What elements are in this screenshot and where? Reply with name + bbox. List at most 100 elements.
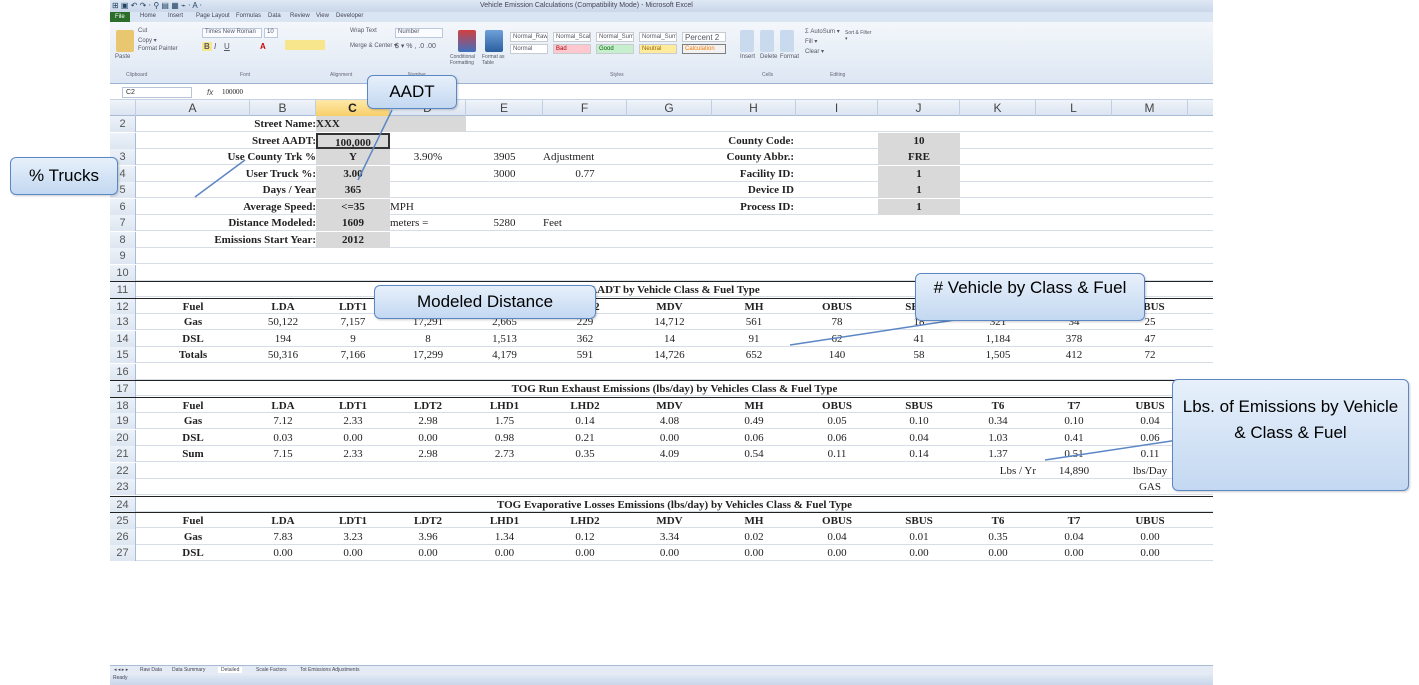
table-cell[interactable]: 2.33 [316, 413, 390, 429]
table-header[interactable]: LDT1 [316, 398, 390, 414]
adjustment-label[interactable]: Adjustment [543, 149, 627, 165]
row-header-21[interactable]: 21 [110, 446, 136, 462]
column-header-k[interactable]: K [960, 100, 1036, 116]
table-cell[interactable]: 3.23 [316, 529, 390, 545]
row-header-14[interactable]: 14 [110, 330, 136, 347]
table-header[interactable]: LHD1 [466, 513, 543, 529]
style-neutral[interactable]: Neutral [639, 44, 677, 54]
bold-button[interactable]: B [202, 42, 212, 51]
table-header[interactable]: MH [712, 299, 796, 315]
process-id-value[interactable]: 1 [878, 198, 960, 215]
table-cell[interactable]: 0.03 [250, 430, 316, 446]
table-header[interactable]: T6 [960, 513, 1036, 529]
distance-modeled-label[interactable]: Distance Modeled: [136, 215, 316, 231]
sheet-tab-raw-data[interactable]: Raw Data [140, 667, 162, 673]
style-normal-raw[interactable]: Normal_Raw [510, 32, 548, 42]
table-cell[interactable]: 0.00 [390, 545, 466, 561]
table-cell[interactable]: 0.00 [1036, 545, 1112, 561]
row-header-24[interactable]: 24 [110, 496, 136, 513]
column-header-b[interactable]: B [250, 100, 316, 116]
table-cell[interactable]: 0.34 [960, 413, 1036, 429]
fuel-label[interactable]: Gas [136, 529, 250, 545]
row-header-7[interactable]: 7 [110, 215, 136, 231]
table-cell[interactable]: 0.00 [316, 430, 390, 446]
county-abbr-value[interactable]: FRE [878, 149, 960, 165]
quick-access-toolbar[interactable]: ⊞ ▣ ↶ ↷ ⋅ ⚲ ▤ ▦ ⌁ ⋅ A ⋅ [112, 1, 202, 10]
style-normal-sum[interactable]: Normal_Sum [596, 32, 634, 42]
table-cell[interactable]: 2.98 [390, 413, 466, 429]
row-header-12[interactable]: 12 [110, 298, 136, 315]
facility-id-label[interactable]: Facility ID: [628, 166, 794, 182]
row-header-15[interactable]: 15 [110, 347, 136, 363]
table-cell[interactable]: 1.75 [466, 413, 543, 429]
table-cell[interactable]: 72 [1112, 347, 1188, 363]
table-header[interactable]: UBUS [1112, 513, 1188, 529]
table-cell[interactable]: 78 [796, 314, 878, 330]
table-cell[interactable]: 14,712 [627, 314, 712, 330]
table-cell[interactable]: 14 [627, 331, 712, 347]
row-header-23[interactable]: 23 [110, 479, 136, 495]
adjustment-value[interactable]: 0.77 [543, 166, 627, 182]
emissions-start-year-value[interactable]: 2012 [316, 231, 390, 248]
table-header[interactable]: LHD1 [466, 398, 543, 414]
column-header-f[interactable]: F [543, 100, 627, 116]
lbs-yr-label[interactable]: Lbs / Yr [960, 463, 1036, 479]
average-speed-value[interactable]: <=35 [316, 198, 390, 215]
tab-page-layout[interactable]: Page Layout [196, 13, 230, 19]
italic-button[interactable]: I [214, 42, 216, 51]
table-cell[interactable]: 0.14 [878, 446, 960, 462]
tab-formulas[interactable]: Formulas [236, 13, 261, 19]
delete-button[interactable]: Delete [760, 54, 777, 60]
table-cell[interactable]: 91 [712, 331, 796, 347]
column-header-l[interactable]: L [1036, 100, 1112, 116]
table-cell[interactable]: 14,726 [627, 347, 712, 363]
speed-unit[interactable]: MPH [390, 199, 466, 215]
style-calculation[interactable]: Calculation [682, 44, 726, 54]
table-header[interactable]: T7 [1036, 513, 1112, 529]
table-cell[interactable]: 1.34 [466, 529, 543, 545]
table-header[interactable]: LDT2 [390, 513, 466, 529]
paste-button[interactable]: Paste [115, 54, 130, 60]
format-button[interactable]: Format [780, 54, 799, 60]
style-good[interactable]: Good [596, 44, 634, 54]
row-header-22[interactable]: 22 [110, 462, 136, 479]
street-name-value[interactable]: XXX [316, 116, 466, 132]
table-cell[interactable]: 17,299 [390, 347, 466, 363]
table-cell[interactable]: 0.14 [543, 413, 627, 429]
table-cell[interactable]: 0.00 [466, 545, 543, 561]
table-cell[interactable]: 1,184 [960, 331, 1036, 347]
table-cell[interactable]: 0.00 [627, 430, 712, 446]
table-header[interactable]: LDA [250, 513, 316, 529]
table-cell[interactable]: 0.21 [543, 430, 627, 446]
facility-id-value[interactable]: 1 [878, 165, 960, 182]
user-truck-count[interactable]: 3000 [466, 166, 543, 182]
table-header[interactable]: T7 [1036, 398, 1112, 414]
table-cell[interactable]: 2.98 [390, 446, 466, 462]
street-name-label[interactable]: Street Name: [250, 116, 316, 132]
table-cell[interactable]: 0.51 [1036, 446, 1112, 462]
row-header-26[interactable]: 26 [110, 528, 136, 545]
table-cell[interactable]: 561 [712, 314, 796, 330]
style-bad[interactable]: Bad [553, 44, 591, 54]
table-cell[interactable]: 0.06 [712, 430, 796, 446]
table-header[interactable]: Fuel [136, 513, 250, 529]
street-aadt-label[interactable]: Street AADT: [250, 133, 316, 149]
table-cell[interactable]: 0.49 [712, 413, 796, 429]
table-cell[interactable]: 3.96 [390, 529, 466, 545]
format-cells-icon[interactable] [780, 30, 794, 52]
table-cell[interactable]: 50,122 [250, 314, 316, 330]
table-cell[interactable]: 4,179 [466, 347, 543, 363]
table-cell[interactable]: 0 [1188, 331, 1213, 347]
align-center-icon[interactable] [285, 40, 325, 50]
table-cell[interactable]: 0.54 [712, 446, 796, 462]
county-code-label[interactable]: County Code: [628, 133, 794, 149]
table-cell[interactable]: 0.00 [960, 545, 1036, 561]
wrap-text-button[interactable]: Wrap Text [350, 28, 377, 34]
table-cell[interactable]: 0.98 [466, 430, 543, 446]
table-cell[interactable]: 0.00 [712, 545, 796, 561]
table-cell[interactable]: 2.73 [466, 446, 543, 462]
table-cell[interactable]: 0.00 [250, 545, 316, 561]
column-header-m[interactable]: M [1112, 100, 1188, 116]
table-cell[interactable]: 47 [1112, 331, 1188, 347]
table-header[interactable]: MH [712, 513, 796, 529]
